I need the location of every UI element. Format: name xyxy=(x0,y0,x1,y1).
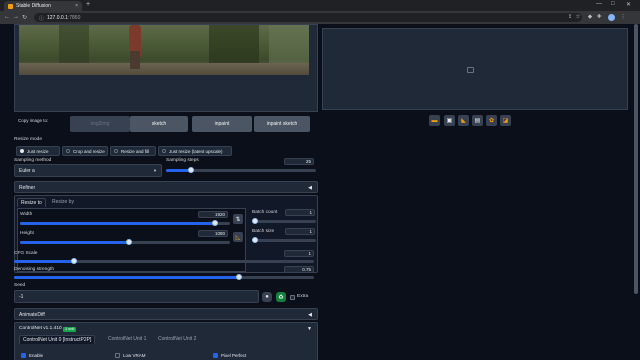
sampling-steps-input[interactable]: 25 xyxy=(284,158,314,165)
pixel-perfect-checkbox[interactable] xyxy=(213,353,218,358)
batch-size-slider[interactable] xyxy=(252,237,316,243)
collapse-triangle-icon: ◀ xyxy=(308,184,312,191)
share-icon[interactable]: ⇪ xyxy=(567,14,573,20)
input-image-frame[interactable] xyxy=(14,24,318,112)
url-host: 127.0.0.1 xyxy=(47,14,68,21)
send-to-img2img-icon[interactable]: ▤ xyxy=(472,115,483,126)
extra-seed-label: Extra xyxy=(297,294,309,299)
cfg-scale-slider[interactable] xyxy=(14,258,314,264)
swap-dimensions-icon[interactable]: ⇅ xyxy=(233,214,243,224)
reload-button[interactable]: ↻ xyxy=(22,14,27,21)
scrollbar-thumb[interactable] xyxy=(634,24,638,294)
address-bar: ← → ↻ ⓘ 127.0.0.1:7860 ⇪ ☆ ◆ ✚ ⋮ xyxy=(0,11,640,24)
img2img-settings-panel: Copy image to: img2img sketch inpaint in… xyxy=(14,24,318,360)
zip-icon[interactable]: ◣ xyxy=(458,115,469,126)
collapse-triangle-icon: ◀ xyxy=(308,311,312,318)
tab-controlnet-unit-1[interactable]: ControlNet Unit 1 xyxy=(105,335,149,343)
controlnet-title: ControlNet v1.1.410 xyxy=(19,326,62,331)
copy-to-inpaint-sketch-button[interactable]: inpaint sketch xyxy=(254,116,310,132)
forward-button[interactable]: → xyxy=(13,14,19,20)
low-vram-checkbox[interactable] xyxy=(115,353,120,358)
width-slider[interactable] xyxy=(20,220,230,226)
width-label: Width xyxy=(20,212,33,217)
back-button[interactable]: ← xyxy=(4,14,10,20)
tab-controlnet-unit-0[interactable]: ControlNet Unit 0 [InstructP2P] xyxy=(19,335,96,344)
height-input[interactable]: 1080 xyxy=(198,230,228,237)
resize-option-crop-and-resize[interactable]: Crop and resize xyxy=(62,146,108,156)
url-port: :7860 xyxy=(67,14,81,21)
copy-to-inpaint-button[interactable]: inpaint xyxy=(192,116,252,132)
resize-option-resize-and-fill[interactable]: Resize and fill xyxy=(110,146,156,156)
browser-tab-bar: Stable Diffusion × + — □ ✕ xyxy=(0,0,640,11)
controlnet-unit-badge: 1 unit xyxy=(63,326,77,332)
random-seed-icon[interactable]: ● xyxy=(262,292,272,302)
tab-resize-to[interactable]: Resize to xyxy=(17,198,46,207)
maximize-button[interactable]: □ xyxy=(611,1,615,7)
batch-count-input[interactable]: 1 xyxy=(285,209,315,216)
page-scrollbar[interactable] xyxy=(632,24,640,360)
output-gallery[interactable] xyxy=(322,28,628,110)
tab-resize-by[interactable]: Resize by xyxy=(49,198,77,206)
palette-icon[interactable]: ✿ xyxy=(486,115,497,126)
tab-title: Stable Diffusion xyxy=(16,3,51,9)
low-vram-option[interactable]: Low VRAM xyxy=(115,353,146,358)
browser-tab[interactable]: Stable Diffusion × xyxy=(4,1,82,11)
tab-controlnet-unit-2[interactable]: ControlNet Unit 2 xyxy=(155,335,199,343)
denoising-strength-slider[interactable] xyxy=(14,274,314,280)
input-image xyxy=(19,25,309,75)
batch-size-label: Batch size xyxy=(252,229,275,234)
tab-close-icon[interactable]: × xyxy=(75,3,78,9)
extra-seed-checkbox[interactable] xyxy=(290,295,295,300)
site-info-icon[interactable]: ⓘ xyxy=(39,15,44,22)
batch-size-input[interactable]: 1 xyxy=(285,228,315,235)
expand-triangle-icon[interactable]: ▼ xyxy=(307,326,312,332)
menu-icon[interactable]: ⋮ xyxy=(620,14,626,20)
denoising-strength-input[interactable]: 0.75 xyxy=(284,266,314,273)
favicon-icon xyxy=(8,3,13,9)
close-window-button[interactable]: ✕ xyxy=(626,1,631,8)
folder-icon[interactable]: ▬ xyxy=(429,115,440,126)
minimize-button[interactable]: — xyxy=(596,1,602,7)
chevron-down-icon: ▼ xyxy=(153,168,157,173)
controlnet-panel: ControlNet v1.1.410 1 unit ▼ ControlNet … xyxy=(14,322,318,360)
send-to-extras-icon[interactable]: ◪ xyxy=(500,115,511,126)
batch-count-slider[interactable] xyxy=(252,218,316,224)
copy-image-label: Copy image to: xyxy=(18,118,49,123)
sampling-steps-label: Sampling steps xyxy=(166,158,199,163)
webui-page: Copy image to: img2img sketch inpaint in… xyxy=(0,24,640,360)
copy-to-img2img-button[interactable]: img2img xyxy=(70,116,130,132)
refiner-accordion[interactable]: Refiner ◀ xyxy=(14,181,318,193)
enable-checkbox[interactable] xyxy=(21,353,26,358)
height-slider[interactable] xyxy=(20,239,230,245)
new-tab-button[interactable]: + xyxy=(86,1,90,8)
seed-input[interactable]: -1 xyxy=(14,290,259,303)
extensions-icon[interactable]: ◆ xyxy=(587,14,593,20)
animatediff-accordion[interactable]: AnimateDiff ◀ xyxy=(14,308,318,320)
sampling-method-label: Sampling method xyxy=(14,158,52,163)
pixel-perfect-option[interactable]: Pixel Perfect xyxy=(213,353,246,358)
batch-count-label: Batch count xyxy=(252,210,278,215)
puzzle-icon[interactable]: ✚ xyxy=(596,14,602,20)
cfg-scale-input[interactable]: 1 xyxy=(284,250,314,257)
sampling-steps-slider[interactable] xyxy=(166,167,316,173)
profile-avatar[interactable] xyxy=(608,14,615,21)
resize-option-just-resize[interactable]: Just resize xyxy=(16,146,60,156)
sampling-method-select[interactable]: Euler a ▼ xyxy=(14,164,162,177)
save-icon[interactable]: ▣ xyxy=(444,115,455,126)
url-field[interactable]: ⓘ 127.0.0.1:7860 xyxy=(34,13,582,22)
width-input[interactable]: 1920 xyxy=(198,211,228,218)
denoising-strength-label: Denoising strength xyxy=(14,267,54,272)
copy-to-sketch-button[interactable]: sketch xyxy=(130,116,188,132)
cfg-scale-label: CFG Scale xyxy=(14,251,38,256)
star-icon[interactable]: ☆ xyxy=(575,14,581,20)
resize-option-latent-upscale[interactable]: Just resize (latent upscale) xyxy=(158,146,232,156)
auto-size-icon[interactable]: ◺ xyxy=(233,232,243,242)
resize-mode-label: Resize mode xyxy=(14,137,42,142)
height-label: Height xyxy=(20,231,34,236)
enable-option[interactable]: Enable xyxy=(21,353,43,358)
seed-label: Seed xyxy=(14,283,26,288)
image-placeholder-icon xyxy=(467,67,474,73)
reuse-seed-icon[interactable]: ♻ xyxy=(276,292,286,302)
